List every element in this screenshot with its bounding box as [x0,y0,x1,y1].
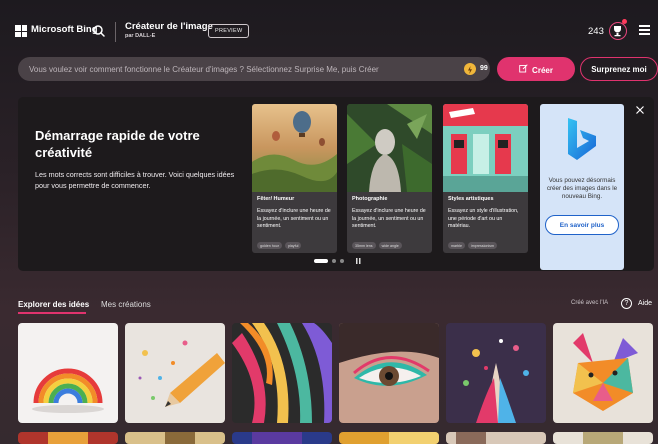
promo-text: Vous pouvez désormais créer des images d… [546,177,618,200]
create-button[interactable]: Créer [497,57,575,81]
photography-image [347,104,432,192]
idea-card-mood[interactable]: Fêter/ Humeur Essayez d'inclure une heur… [252,104,337,253]
prompt-input[interactable] [29,57,434,81]
gallery-image-row2-3[interactable] [232,432,332,444]
tab-explore-ideas[interactable]: Explorer des idées [18,300,89,309]
chip[interactable]: wide angle [378,242,402,249]
app-subtitle: par DALL-E [125,33,156,39]
card-description: Essayez un style d'illustration, une pér… [448,208,519,229]
card-description: Essayez d'inclure une heure de la journé… [257,208,331,229]
header: Microsoft Bing Créateur de l'image par D… [0,0,658,50]
gallery-image-eye-makeup[interactable] [339,323,439,423]
art-styles-image [443,104,528,192]
windows-logo-icon[interactable] [15,25,27,37]
chip[interactable]: impressionism [468,242,497,249]
close-icon[interactable] [635,105,645,115]
quick-start-description: Les mots corrects sont difficiles à trou… [35,170,235,190]
card-title: Photographie [352,196,388,202]
bing-promo-card: Vous pouvez désormais créer des images d… [540,104,624,270]
gallery-image-rainbow[interactable] [18,323,118,423]
gallery-image-row2-2[interactable] [125,432,225,444]
hamburger-menu-icon[interactable] [639,25,650,35]
brand-link[interactable]: Microsoft Bing [31,24,98,35]
reward-count: 243 [588,26,604,37]
create-pencil-icon [519,63,528,75]
idea-card-art-styles[interactable]: Styles artistiques Essayez un style d'il… [443,104,528,253]
carousel-indicator [314,251,374,264]
quick-start-panel: Démarrage rapide de votre créativité Les… [18,97,654,271]
chip[interactable]: 35mm lens [352,242,376,249]
rewards-icon[interactable] [609,22,627,40]
card-description: Essayez d'inclure une heure de la journé… [352,208,426,229]
ai-created-note: Créé avec l'IA [571,300,609,306]
gallery-image-row2-4[interactable] [339,432,439,444]
idea-card-photography[interactable]: Photographie Essayez d'inclure une heure… [347,104,432,253]
boost-count: 99 [480,65,488,72]
card-title: Fêter/ Humeur [257,196,295,202]
preview-badge: PREVIEW [208,24,250,38]
app-title: Créateur de l'image [125,21,213,32]
gallery-image-pencil[interactable] [125,323,225,423]
surprise-me-button[interactable]: Surprenez moi [580,57,658,81]
bing-logo-icon [565,116,599,167]
gallery-image-row2-1[interactable] [18,432,118,444]
mood-image [252,104,337,192]
chip[interactable]: marble [448,242,465,249]
gallery-image-ribbons[interactable] [232,323,332,423]
quick-start-title: Démarrage rapide de votre créativité [35,128,200,160]
tab-my-creations[interactable]: Mes créations [101,300,151,309]
help-link[interactable]: Aide [638,300,652,307]
prompt-bar: 99 [18,57,490,81]
gallery-image-paper-dog[interactable] [553,323,653,423]
learn-more-button[interactable]: En savoir plus [545,215,619,235]
create-label: Créer [532,65,553,75]
notification-dot [622,19,627,24]
header-divider [115,22,116,42]
search-icon[interactable] [90,22,108,40]
card-title: Styles artistiques [448,196,494,202]
gallery-image-row2-6[interactable] [553,432,653,444]
gallery-image-paint-splash[interactable] [446,323,546,423]
help-icon[interactable]: ? [621,298,632,309]
chip[interactable]: golden hour [257,242,282,249]
gallery-image-row2-5[interactable] [446,432,546,444]
boost-icon [464,63,476,75]
chip[interactable]: playful [284,242,302,249]
active-tab-indicator [18,312,86,314]
